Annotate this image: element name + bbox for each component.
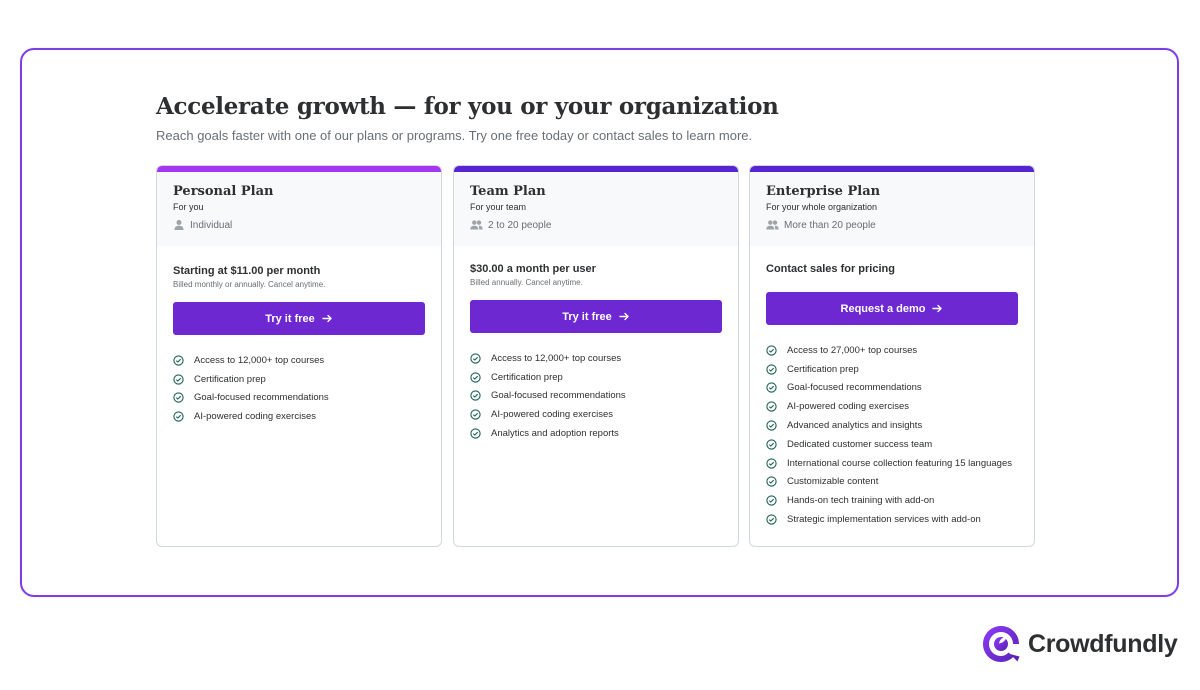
plan-feature-list: Access to 12,000+ top courses Certificat… [173, 351, 425, 426]
check-circle-icon [173, 355, 184, 366]
list-item: Certification prep [766, 360, 1018, 379]
check-circle-icon [766, 401, 777, 412]
plan-card-body: Contact sales for pricing Request a demo… [750, 246, 1034, 529]
plan-feature-list: Access to 27,000+ top courses Certificat… [766, 341, 1018, 529]
request-demo-button[interactable]: Request a demo [766, 292, 1018, 325]
list-item: Access to 12,000+ top courses [173, 351, 425, 370]
cta-label: Try it free [265, 312, 315, 325]
plan-price: Contact sales for pricing [766, 263, 895, 275]
page-subtitle: Reach goals faster with one of our plans… [156, 128, 753, 143]
list-item: Certification prep [173, 370, 425, 389]
person-icon [174, 220, 184, 230]
list-item: AI-powered coding exercises [173, 407, 425, 426]
list-item: Analytics and adoption reports [470, 424, 722, 443]
plan-card-header: Personal Plan For you Individual [157, 172, 441, 246]
check-circle-icon [470, 390, 481, 402]
plan-card-team: Team Plan For your team 2 to 20 people $… [453, 165, 739, 547]
check-circle-icon [766, 439, 777, 450]
check-circle-icon [766, 476, 777, 488]
plan-price: Starting at $11.00 per month [173, 265, 321, 277]
arrow-right-icon [322, 313, 333, 324]
page-title: Accelerate growth — for you or your orga… [156, 93, 779, 120]
plan-card-header: Team Plan For your team 2 to 20 people [454, 172, 738, 246]
list-item: Certification prep [470, 368, 722, 387]
check-circle-icon [173, 411, 184, 422]
group-icon [470, 220, 483, 230]
plan-target: For you [173, 202, 204, 212]
list-item: International course collection featurin… [766, 454, 1018, 473]
plan-feature-list: Access to 12,000+ top courses Certificat… [470, 349, 722, 443]
check-circle-icon [766, 514, 777, 525]
check-circle-icon [766, 364, 777, 375]
list-item: AI-powered coding exercises [470, 405, 722, 424]
list-item: Dedicated customer success team [766, 435, 1018, 454]
check-circle-icon [766, 458, 777, 469]
check-circle-icon [766, 420, 777, 431]
plan-target: For your team [470, 202, 527, 212]
plan-audience-label: More than 20 people [784, 219, 876, 231]
list-item: Access to 27,000+ top courses [766, 341, 1018, 360]
check-circle-icon [470, 353, 481, 364]
list-item: Goal-focused recommendations [470, 387, 722, 406]
brand-name: Crowdfundly [1028, 629, 1178, 658]
list-item: AI-powered coding exercises [766, 397, 1018, 416]
check-circle-icon [766, 495, 777, 506]
list-item: Advanced analytics and insights [766, 416, 1018, 435]
plan-name: Enterprise Plan [766, 184, 881, 199]
group-icon [766, 220, 779, 230]
plan-price: $30.00 a month per user [470, 263, 596, 275]
plan-card-body: Starting at $11.00 per month Billed mont… [157, 246, 441, 426]
plan-card-body: $30.00 a month per user Billed annually.… [454, 246, 738, 443]
plan-audience: More than 20 people [766, 219, 1018, 231]
list-item: Hands-on tech training with add-on [766, 491, 1018, 510]
list-item: Goal-focused recommendations [766, 379, 1018, 398]
check-circle-icon [470, 372, 481, 383]
plan-billing: Billed monthly or annually. Cancel anyti… [173, 280, 326, 289]
check-circle-icon [470, 409, 481, 420]
list-item: Access to 12,000+ top courses [470, 349, 722, 368]
check-circle-icon [766, 382, 777, 394]
list-item: Customizable content [766, 473, 1018, 492]
cta-label: Request a demo [840, 302, 926, 315]
check-circle-icon [173, 392, 184, 404]
list-item: Goal-focused recommendations [173, 389, 425, 408]
check-circle-icon [470, 428, 481, 439]
plan-name: Team Plan [470, 184, 546, 199]
plan-name: Personal Plan [173, 184, 274, 199]
arrow-right-icon [932, 303, 943, 314]
plan-audience-label: Individual [190, 219, 233, 231]
crowdfundly-logo-icon [983, 626, 1020, 662]
plan-audience: 2 to 20 people [470, 219, 722, 231]
arrow-right-icon [619, 311, 630, 322]
try-it-free-button[interactable]: Try it free [470, 300, 722, 333]
cta-label: Try it free [562, 310, 612, 323]
plan-card-personal: Personal Plan For you Individual Startin… [156, 165, 442, 547]
plan-card-header: Enterprise Plan For your whole organizat… [750, 172, 1034, 246]
plan-billing: Billed annually. Cancel anytime. [470, 278, 583, 287]
check-circle-icon [173, 374, 184, 385]
try-it-free-button[interactable]: Try it free [173, 302, 425, 335]
check-circle-icon [766, 345, 777, 356]
plan-audience-label: 2 to 20 people [488, 219, 552, 231]
list-item: Strategic implementation services with a… [766, 510, 1018, 529]
brand-watermark: Crowdfundly [980, 623, 1178, 665]
plan-target: For your whole organization [766, 202, 878, 212]
plan-audience: Individual [173, 219, 425, 231]
plan-card-enterprise: Enterprise Plan For your whole organizat… [749, 165, 1035, 547]
